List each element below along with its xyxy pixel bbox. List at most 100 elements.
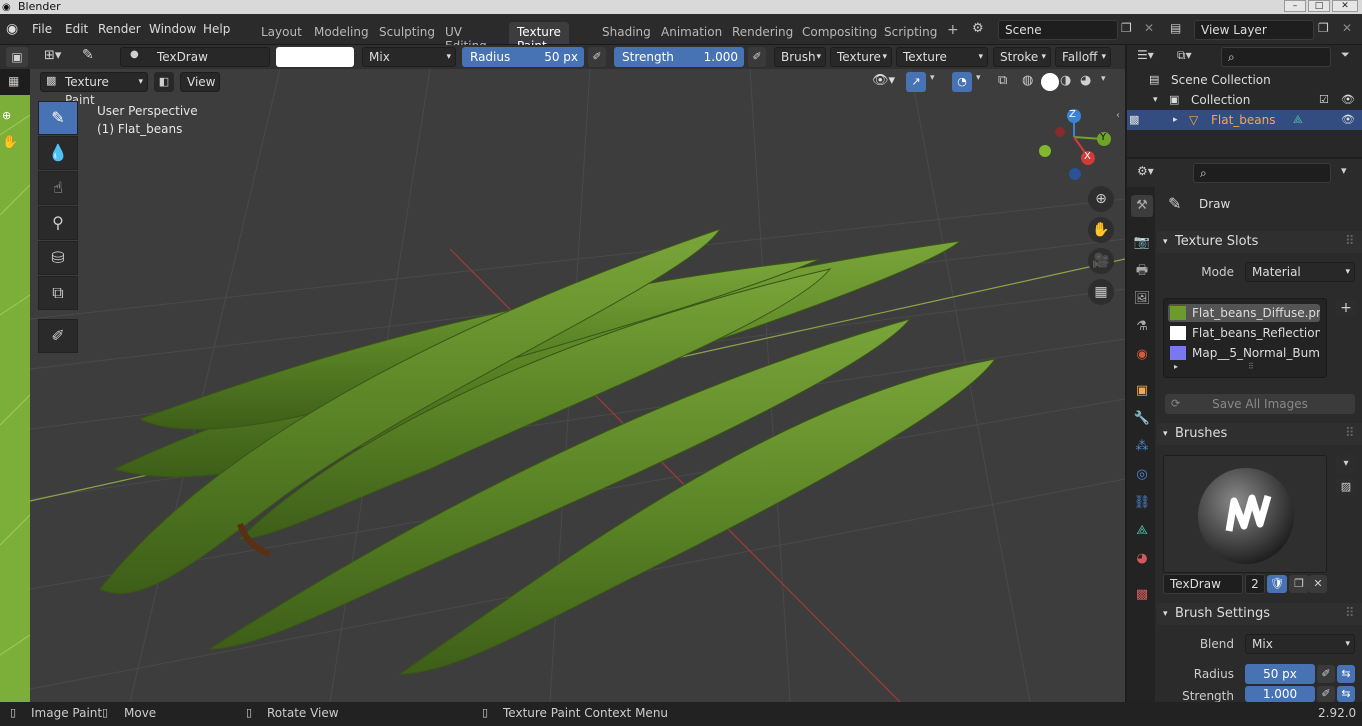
tab-layout[interactable]: Layout — [253, 22, 310, 44]
tab-texture-paint[interactable]: Texture Paint — [509, 22, 569, 53]
particles-tab-icon[interactable]: ⁂ — [1131, 436, 1153, 458]
solid-shading-icon[interactable] — [1041, 73, 1059, 91]
falloff-menu[interactable]: Falloff ▾ — [1055, 47, 1111, 67]
remove-scene-icon[interactable]: ✕ — [1144, 21, 1154, 35]
strength-pressure-icon[interactable]: ✐ — [1317, 686, 1335, 702]
wireframe-shading-icon[interactable]: ◍ — [1022, 73, 1033, 88]
properties-search-input[interactable]: ⌕ — [1193, 163, 1331, 183]
tab-animation[interactable]: Animation — [653, 22, 730, 44]
chevron-down-icon[interactable]: ▾ — [1101, 74, 1106, 84]
menu-help[interactable]: Help — [203, 22, 230, 36]
view-layer-tab-icon[interactable]: 🖼 — [1131, 288, 1153, 310]
xray-toggle-icon[interactable]: ⧉ — [998, 73, 1007, 88]
strength-pressure-icon[interactable]: ✐ — [748, 47, 766, 67]
smear-tool-icon[interactable]: ☝ — [38, 171, 78, 205]
view-layer-field[interactable]: View Layer — [1194, 20, 1314, 40]
editor-type-icon[interactable]: ☰▾ — [1137, 48, 1154, 62]
annotate-tool-icon[interactable]: ✐ — [38, 319, 78, 353]
brush-name-field[interactable]: TexDraw — [1163, 574, 1243, 594]
tab-shading[interactable]: Shading — [594, 22, 659, 44]
physics-tab-icon[interactable]: ◎ — [1131, 464, 1153, 486]
drag-handle-icon[interactable]: ⠿ — [1345, 423, 1355, 445]
add-icon[interactable]: ⊕ — [2, 109, 11, 122]
checkbox-icon[interactable]: ☑ — [1319, 90, 1329, 110]
radius-unit-icon[interactable]: ⇆ — [1337, 665, 1355, 683]
slot-mode-dropdown[interactable]: Material ▾ — [1245, 262, 1355, 282]
texture-slot-item[interactable]: Map__5_Normal_Bump.... — [1168, 344, 1320, 362]
constraints-tab-icon[interactable]: ⛓ — [1131, 492, 1153, 514]
brush-preview[interactable] — [1163, 455, 1327, 573]
output-tab-icon[interactable]: 🖶 — [1131, 260, 1153, 282]
zoom-icon[interactable]: ⊕ — [1088, 186, 1114, 212]
tab-uv-editing[interactable]: UV Editing — [437, 22, 495, 53]
modifier-tab-icon[interactable]: 🔧 — [1131, 408, 1153, 430]
brushes-panel-header[interactable]: ▾ Brushes ⠿ — [1157, 423, 1362, 445]
camera-icon[interactable]: 🎥 — [1088, 248, 1114, 274]
view-menu[interactable]: View — [180, 72, 220, 92]
radius-pressure-icon[interactable]: ✐ — [588, 47, 606, 67]
object-tab-icon[interactable]: ▣ — [1131, 380, 1153, 402]
chevron-right-icon[interactable]: ▸ — [1173, 110, 1178, 130]
uv-editor-strip[interactable]: ⊕ ✋ — [0, 95, 31, 702]
strength-unit-icon[interactable]: ⇆ — [1337, 686, 1355, 702]
maximize-icon[interactable]: □ — [1308, 0, 1330, 12]
copy-view-layer-icon[interactable]: ❐ — [1318, 21, 1329, 35]
brush-name-field[interactable]: TexDraw — [120, 47, 270, 67]
view-layer-icon[interactable]: ▤ — [1170, 21, 1181, 35]
fake-user-icon[interactable]: 🛡 — [1267, 575, 1287, 593]
menu-window[interactable]: Window — [149, 22, 196, 36]
tab-rendering[interactable]: Rendering — [724, 22, 801, 44]
tab-scripting[interactable]: Scripting — [876, 22, 945, 44]
copy-scene-icon[interactable]: ❐ — [1121, 21, 1132, 35]
scene-tab-icon[interactable]: ⚗ — [1131, 316, 1153, 338]
editor-type-icon[interactable]: ⚙▾ — [1137, 164, 1154, 178]
blender-menu-icon[interactable]: ◉ — [6, 21, 18, 37]
brush-users-count[interactable]: 2 — [1245, 574, 1265, 594]
chevron-down-icon[interactable]: ▾ — [976, 73, 981, 83]
editor-type-icon[interactable]: ▦ — [8, 74, 19, 88]
tab-modeling[interactable]: Modeling — [306, 22, 377, 44]
strength-slider[interactable]: Strength 1.000 — [614, 47, 744, 67]
texture-menu[interactable]: Texture ▾ — [830, 47, 892, 67]
filter-icon[interactable]: ⏷ — [1341, 48, 1350, 62]
gizmo-toggle-icon[interactable]: ↗ — [906, 72, 926, 92]
navigation-gizmo[interactable]: Z Y X — [1038, 109, 1118, 189]
scene-field[interactable]: Scene — [998, 20, 1118, 40]
rendered-shading-icon[interactable]: ◕ — [1080, 73, 1091, 88]
menu-render[interactable]: Render — [98, 22, 141, 36]
mask-tool-icon[interactable]: ⧉ — [38, 276, 78, 310]
chevron-down-icon[interactable]: ▾ — [930, 73, 935, 83]
overlay-toggle-icon[interactable]: ◔ — [952, 72, 972, 92]
radius-pressure-icon[interactable]: ✐ — [1317, 665, 1335, 683]
chevron-down-icon[interactable]: ▾ — [1153, 90, 1158, 110]
tool-settings-icon[interactable]: ⊞▾ — [44, 48, 61, 63]
pan-icon[interactable]: ✋ — [1088, 217, 1114, 243]
brush-strength-slider[interactable]: 1.000 — [1245, 686, 1315, 702]
outliner-search-input[interactable]: ⌕ — [1221, 47, 1331, 67]
visibility-icon[interactable]: 👁▾ — [872, 73, 895, 88]
color-swatch[interactable] — [276, 47, 354, 67]
ortho-grid-icon[interactable]: ▦ — [1088, 279, 1114, 305]
duplicate-brush-icon[interactable]: ❐ — [1289, 575, 1309, 593]
add-slot-icon[interactable]: + — [1336, 299, 1356, 317]
remove-view-layer-icon[interactable]: ✕ — [1342, 21, 1352, 35]
add-workspace-icon[interactable]: + — [939, 19, 967, 41]
unlink-brush-icon[interactable]: ✕ — [1309, 575, 1327, 593]
drag-handle-icon[interactable]: ⠿ — [1345, 231, 1355, 253]
tab-compositing[interactable]: Compositing — [794, 22, 885, 44]
texture-slots-panel-header[interactable]: ▾ Texture Slots ⠿ — [1157, 231, 1362, 253]
3d-viewport[interactable]: User Perspective (1) Flat_beans Z Y X — [30, 69, 1125, 702]
chevron-down-icon[interactable]: ▾ — [1336, 455, 1356, 473]
scene-icon[interactable]: ⚙ — [972, 21, 984, 36]
close-icon[interactable]: ✕ — [1332, 0, 1358, 12]
texture-tab-icon[interactable]: ▩ — [1131, 584, 1153, 606]
clone-tool-icon[interactable]: ⚲ — [38, 206, 78, 240]
tool-tab-icon[interactable]: ⚒ — [1131, 195, 1153, 217]
display-mode-icon[interactable]: ⧉▾ — [1177, 48, 1192, 63]
eye-icon[interactable]: 👁 — [1341, 110, 1355, 130]
fill-tool-icon[interactable]: ⛁ — [38, 241, 78, 275]
save-all-images-button[interactable]: ⟳ Save All Images — [1165, 394, 1355, 414]
data-tab-icon[interactable]: ⟁ — [1131, 520, 1153, 542]
paint-mask-icon[interactable]: ◧ — [154, 72, 174, 92]
tab-sculpting[interactable]: Sculpting — [371, 22, 443, 44]
